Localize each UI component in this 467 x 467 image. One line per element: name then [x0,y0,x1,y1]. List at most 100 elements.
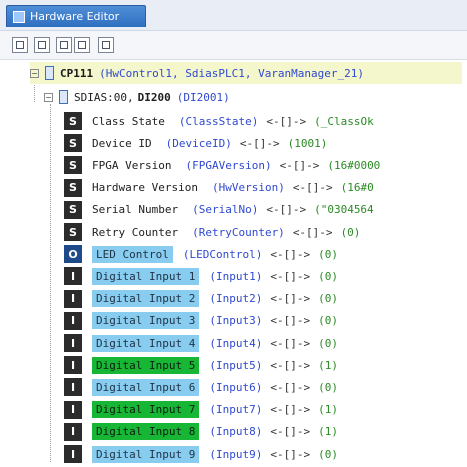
variable-label: Serial Number [92,203,179,217]
variable-label: Digital Input 5 [92,356,200,374]
input-badge: I [64,378,82,397]
variable-name: (Input1) [209,269,263,283]
variable-label: Hardware Version [92,181,198,195]
binding-arrow: <-[]-> [292,225,333,239]
variable-label: Digital Input 4 [92,334,200,352]
variable-label: Retry Counter [92,225,179,239]
variable-name: (Input8) [209,425,263,439]
import-icon[interactable] [12,37,28,53]
variable-value: (0) [340,225,361,239]
copy-icon[interactable] [74,37,90,53]
digital-input-row[interactable]: I Digital Input 5 (Input5) <-[]-> (1) [64,354,338,376]
input-badge: I [64,311,82,330]
input-badge: I [64,422,82,441]
input-badge: I [64,400,82,419]
digital-input-row[interactable]: I Digital Input 1 (Input1) <-[]-> (0) [64,265,338,287]
binding-arrow: <-[]-> [279,158,320,172]
variable-name: (HwVersion) [211,181,285,195]
digital-input-row[interactable]: I Digital Input 2 (Input2) <-[]-> (0) [64,288,338,310]
variable-name: (Input4) [209,336,263,350]
variable-label: FPGA Version [92,158,172,172]
status-row[interactable]: S Serial Number (SerialNo) <-[]-> ("0304564 [64,199,374,221]
variable-value: (1) [318,358,338,372]
module-detail: (DI2001) [176,90,230,104]
status-badge: S [64,178,82,197]
collapse-icon[interactable]: − [30,68,39,78]
binding-arrow: <-[]-> [266,114,307,128]
status-row[interactable]: S Hardware Version (HwVersion) <-[]-> (16#0 [64,177,374,199]
variable-label: Digital Input 9 [92,445,200,463]
binding-arrow: <-[]-> [266,203,307,217]
module-name: DI200 [137,90,171,104]
node-name: CP111 [60,66,94,80]
status-badge: S [64,223,82,241]
input-badge: I [64,445,82,463]
collapse-icon[interactable]: − [44,92,53,102]
binding-arrow: <-[]-> [239,136,280,150]
variable-label: Device ID [92,136,152,150]
tree-node-sdias[interactable]: − SDIAS:00, DI200 (DI2001) [44,86,238,108]
variable-name: (FPGAVersion) [185,158,272,172]
digital-input-row[interactable]: I Digital Input 4 (Input4) <-[]-> (0) [64,332,338,354]
tree-connector [34,82,35,102]
editor-tab-bar: Hardware Editor [0,0,467,31]
status-row[interactable]: S FPGA Version (FPGAVersion) <-[]-> (16#0000 [64,154,380,176]
variable-value: (1) [318,403,338,417]
paste-icon[interactable] [98,37,114,53]
binding-arrow: <-[]-> [270,447,311,461]
input-badge: I [64,356,82,375]
tree-node-cp111[interactable]: − CP111 (HwControl1, SdiasPLC1, VaranMan… [30,62,462,84]
variable-value: (_ClassOk [314,114,374,128]
grid-icon[interactable] [34,37,50,53]
variable-label: Digital Input 8 [92,423,200,441]
toolbar [0,31,467,60]
variable-value: (0) [318,447,338,461]
digital-input-row[interactable]: I Digital Input 3 (Input3) <-[]-> (0) [64,310,338,332]
binding-arrow: <-[]-> [270,247,311,261]
variable-label: Class State [92,114,165,128]
binding-arrow: <-[]-> [270,358,311,372]
variable-value: ("0304564 [314,203,374,217]
status-badge: S [64,112,82,130]
upload-icon[interactable] [56,37,72,53]
variable-name: (ClassState) [178,114,259,128]
digital-input-row[interactable]: I Digital Input 8 (Input8) <-[]-> (1) [64,421,338,443]
variable-value: (0) [318,269,338,283]
variable-value: (0) [318,336,338,350]
variable-label: Digital Input 7 [92,401,200,419]
binding-arrow: <-[]-> [270,336,311,350]
status-row[interactable]: S Class State (ClassState) <-[]-> (_ClassOk [64,110,374,132]
tree-connector [50,104,51,462]
output-badge: O [64,245,82,264]
binding-arrow: <-[]-> [270,292,311,306]
variable-label: Digital Input 3 [92,312,200,330]
module-prefix: SDIAS:00, [74,90,134,104]
variable-name: (Input6) [209,380,263,394]
status-row[interactable]: S Retry Counter (RetryCounter) <-[]-> (0) [64,221,360,243]
variable-label: Digital Input 2 [92,290,200,308]
status-row[interactable]: S Device ID (DeviceID) <-[]-> (1001) [64,132,327,154]
status-badge: S [64,200,82,219]
status-badge: S [64,156,82,175]
variable-name: (LEDControl) [182,247,263,261]
cpu-icon [45,66,54,80]
binding-arrow: <-[]-> [270,269,311,283]
variable-label: Digital Input 6 [92,378,200,396]
input-badge: I [64,289,82,308]
variable-name: (RetryCounter) [192,225,285,239]
variable-name: (Input5) [209,358,263,372]
variable-value: (1) [318,425,338,439]
variable-value: (1001) [287,136,328,150]
variable-value: (0) [318,314,338,328]
digital-input-row[interactable]: I Digital Input 7 (Input7) <-[]-> (1) [64,399,338,421]
variable-label: LED Control [92,245,173,263]
hardware-tree: − CP111 (HwControl1, SdiasPLC1, VaranMan… [0,60,467,467]
digital-input-row[interactable]: I Digital Input 9 (Input9) <-[]-> (0) [64,443,338,465]
digital-input-row[interactable]: I Digital Input 6 (Input6) <-[]-> (0) [64,376,338,398]
tab-title: Hardware Editor [30,10,120,23]
hardware-editor-tab[interactable]: Hardware Editor [6,5,146,27]
input-badge: I [64,267,82,286]
led-control-row[interactable]: O LED Control (LEDControl) <-[]-> (0) [64,243,338,265]
variable-name: (Input3) [209,314,263,328]
variable-value: (0) [318,247,338,261]
